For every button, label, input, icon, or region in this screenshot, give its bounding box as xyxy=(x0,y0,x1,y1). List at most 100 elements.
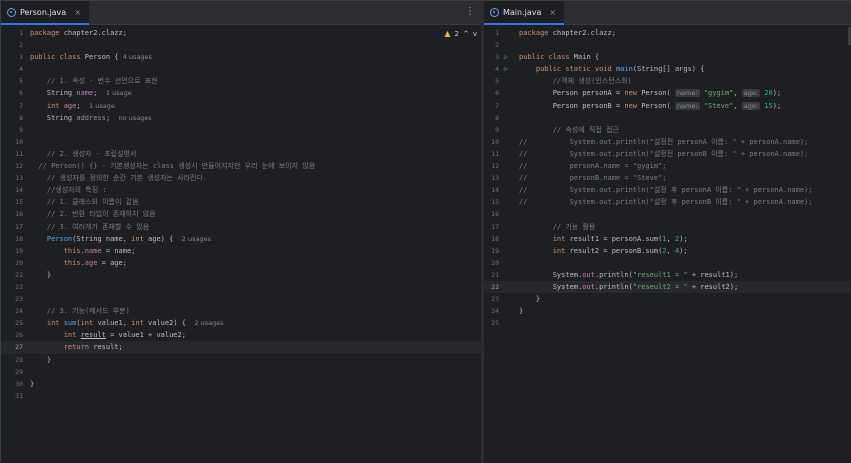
line-number[interactable]: 4 xyxy=(484,63,499,75)
line-number[interactable]: 1 xyxy=(1,27,23,39)
code-line[interactable]: 8 String address; no usages xyxy=(1,112,481,124)
code-line[interactable]: 18 Person(String name, int age) { 2 usag… xyxy=(1,233,481,245)
line-number[interactable]: 5 xyxy=(1,75,23,87)
line-number[interactable]: 7 xyxy=(484,100,499,112)
code-line[interactable]: 2 xyxy=(484,39,851,51)
line-number[interactable]: 16 xyxy=(484,208,499,220)
code-line[interactable]: 15 // System.out.println("설정 후 personB 이름… xyxy=(484,196,851,208)
code-line[interactable]: 6 String name; 1 usage xyxy=(1,87,481,99)
line-number[interactable]: 28 xyxy=(1,354,23,366)
line-number[interactable]: 25 xyxy=(1,317,23,329)
line-number[interactable]: 8 xyxy=(1,112,23,124)
line-number[interactable]: 10 xyxy=(1,136,23,148)
line-number[interactable]: 19 xyxy=(484,245,499,257)
code-line[interactable]: 19 int result2 = personB.sum(2, 4); xyxy=(484,245,851,257)
line-number[interactable]: 8 xyxy=(484,112,499,124)
line-number[interactable]: 1 xyxy=(484,27,499,39)
code-line[interactable]: 17 // 3. 여러개가 존재할 수 있음 xyxy=(1,221,481,233)
code-editor[interactable]: 1 package chapter2.clazz; 2 3 ▷ public class … xyxy=(484,27,851,329)
code-line[interactable]: 2 xyxy=(1,39,481,51)
code-editor[interactable]: 1 package chapter2.clazz; 2 3 public class P… xyxy=(1,27,481,402)
code-line[interactable]: 21 } xyxy=(1,269,481,281)
line-number[interactable]: 7 xyxy=(1,100,23,112)
code-line[interactable]: 20 this.age = age; xyxy=(1,257,481,269)
more-options-icon[interactable]: ⋮ xyxy=(465,6,475,17)
code-line[interactable]: 16 xyxy=(484,208,851,220)
code-line[interactable]: 15 // 1. 클래스와 이름이 같음 xyxy=(1,196,481,208)
code-line[interactable]: 20 xyxy=(484,257,851,269)
code-line[interactable]: 7 Person personB = new Person( name: "St… xyxy=(484,100,851,112)
code-line[interactable]: 19 this.name = name; xyxy=(1,245,481,257)
code-line[interactable]: 13 // personB.name = "Steve"; xyxy=(484,172,851,184)
code-line[interactable]: 14 //생성자의 특징 : xyxy=(1,184,481,196)
problems-indicator[interactable]: ▲ 2 ^ v xyxy=(444,29,477,38)
line-number[interactable]: 2 xyxy=(1,39,23,51)
code-line[interactable]: 7 int age; 1 usage xyxy=(1,100,481,112)
line-number[interactable]: 26 xyxy=(1,329,23,341)
code-line[interactable]: 25 int sum(int value1, int value2) { 2 u… xyxy=(1,317,481,329)
line-number[interactable]: 16 xyxy=(1,208,23,220)
code-line[interactable]: 13 // 생성자를 정의한 순간 기본 생성자는 사라진다. xyxy=(1,172,481,184)
code-line[interactable]: 6 Person personA = new Person( name: "gy… xyxy=(484,87,851,99)
line-number[interactable]: 17 xyxy=(1,221,23,233)
line-number[interactable]: 21 xyxy=(484,269,499,281)
line-number[interactable]: 22 xyxy=(1,281,23,293)
code-line[interactable]: 26 int result = value1 + value2; xyxy=(1,329,481,341)
code-line[interactable]: 16 // 2. 반환 타입이 존재하지 않음 xyxy=(1,208,481,220)
code-line[interactable]: 8 xyxy=(484,112,851,124)
line-number[interactable]: 12 xyxy=(484,160,499,172)
line-number[interactable]: 13 xyxy=(484,172,499,184)
line-number[interactable]: 4 xyxy=(1,63,23,75)
code-line[interactable]: 24} xyxy=(484,305,851,317)
line-number[interactable]: 14 xyxy=(484,184,499,196)
line-number[interactable]: 31 xyxy=(1,390,23,402)
next-problem-icon[interactable]: v xyxy=(473,30,477,38)
code-line[interactable]: 14 // System.out.println("설정 후 personA 이름… xyxy=(484,184,851,196)
code-line[interactable]: 31 xyxy=(1,390,481,402)
line-number[interactable]: 25 xyxy=(484,317,499,329)
line-number[interactable]: 5 xyxy=(484,75,499,87)
code-line[interactable]: 11 // System.out.println("설정전 personB 이름:… xyxy=(484,148,851,160)
line-number[interactable]: 9 xyxy=(1,124,23,136)
code-line[interactable]: 1 package chapter2.clazz; xyxy=(1,27,481,39)
line-number[interactable]: 11 xyxy=(484,148,499,160)
line-number[interactable]: 18 xyxy=(484,233,499,245)
line-number[interactable]: 9 xyxy=(484,124,499,136)
line-number[interactable]: 6 xyxy=(484,87,499,99)
code-line[interactable]: 11 // 2. 생성자 - 조립설명서 xyxy=(1,148,481,160)
code-line[interactable]: 30} xyxy=(1,378,481,390)
code-line[interactable]: 25 xyxy=(484,317,851,329)
code-line[interactable]: 28 } xyxy=(1,354,481,366)
code-line[interactable]: 9 xyxy=(1,124,481,136)
close-icon[interactable]: × xyxy=(549,8,556,17)
line-number[interactable]: 17 xyxy=(484,221,499,233)
line-number[interactable]: 13 xyxy=(1,172,23,184)
close-icon[interactable]: × xyxy=(74,8,81,17)
code-line[interactable]: 5 // 1. 속성 - 변수 선언으로 표현 xyxy=(1,75,481,87)
line-number[interactable]: 15 xyxy=(1,196,23,208)
code-line[interactable]: 12 // personA.name = "gygim"; xyxy=(484,160,851,172)
line-number[interactable]: 20 xyxy=(484,257,499,269)
line-number[interactable]: 29 xyxy=(1,366,23,378)
line-number[interactable]: 24 xyxy=(1,305,23,317)
tab-person-java[interactable]: Person.java × xyxy=(1,1,89,25)
line-number[interactable]: 23 xyxy=(1,293,23,305)
code-line[interactable]: 3 public class Person { 4 usages xyxy=(1,51,481,63)
line-number[interactable]: 19 xyxy=(1,245,23,257)
code-line[interactable]: 23 } xyxy=(484,293,851,305)
code-line[interactable]: 29 xyxy=(1,366,481,378)
code-line[interactable]: 3 ▷ public class Main { xyxy=(484,51,851,63)
code-line[interactable]: 22 xyxy=(1,281,481,293)
line-number[interactable]: 2 xyxy=(484,39,499,51)
code-line[interactable]: 18 int result1 = personA.sum(1, 2); xyxy=(484,233,851,245)
run-icon[interactable]: ▷ xyxy=(502,51,510,63)
code-line[interactable]: 22 System.out.println("reseult2 = " + re… xyxy=(484,280,851,294)
line-number[interactable]: 6 xyxy=(1,87,23,99)
line-number[interactable]: 15 xyxy=(484,196,499,208)
code-line[interactable]: 17 // 기능 활용 xyxy=(484,221,851,233)
previous-problem-icon[interactable]: ^ xyxy=(463,30,469,38)
code-line[interactable]: 23 xyxy=(1,293,481,305)
code-line[interactable]: 10 xyxy=(1,136,481,148)
code-line[interactable]: 4 xyxy=(1,63,481,75)
line-number[interactable]: 18 xyxy=(1,233,23,245)
